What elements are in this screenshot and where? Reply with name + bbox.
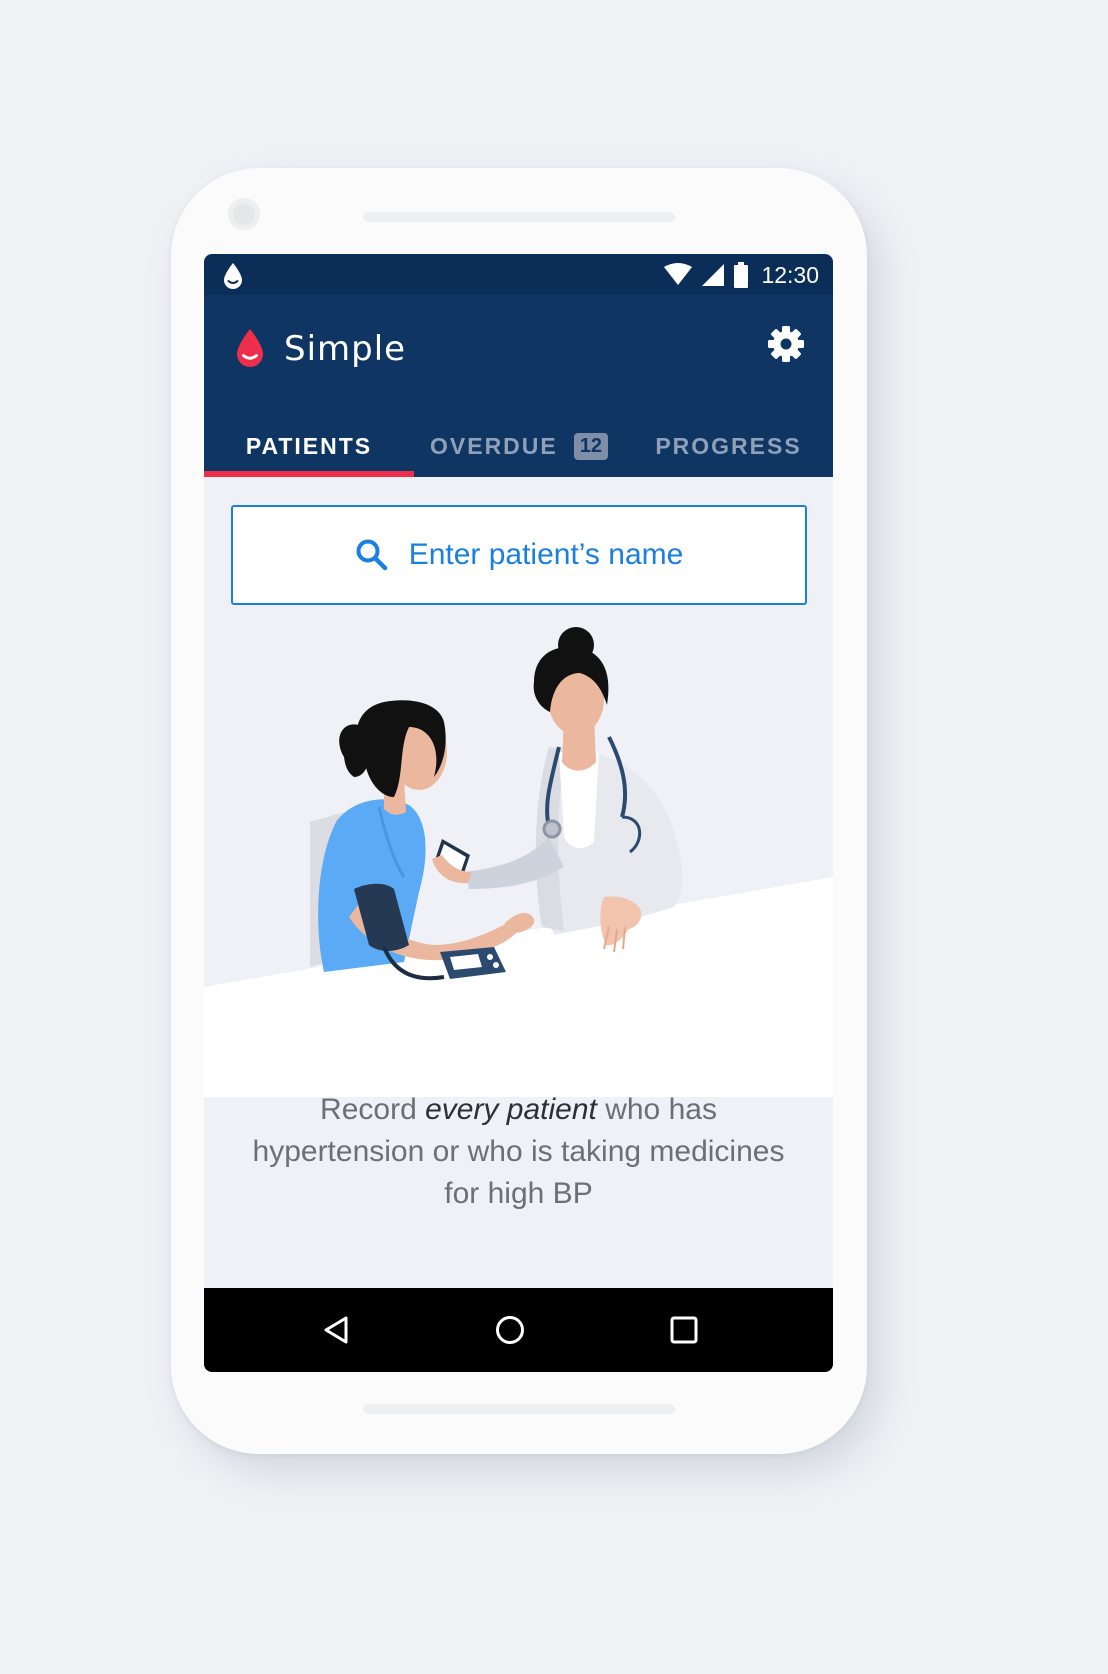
system-nav-bar — [204, 1288, 833, 1372]
status-icons: 12:30 — [663, 260, 819, 290]
tab-progress-label: PROGRESS — [655, 432, 802, 459]
tab-overdue[interactable]: OVERDUE 12 — [414, 415, 624, 477]
cellular-icon — [702, 264, 725, 286]
search-icon — [356, 539, 387, 571]
home-icon[interactable] — [490, 1310, 530, 1350]
front-camera — [228, 198, 260, 230]
tab-patients-label: PATIENTS — [245, 432, 373, 459]
blood-drop-logo-icon — [237, 329, 263, 367]
battery-icon — [734, 262, 749, 288]
recents-icon[interactable] — [664, 1310, 704, 1350]
patients-content: Enter patient’s name Record every patien… — [204, 477, 833, 1288]
patient-doctor-illustration — [204, 627, 833, 1097]
search-placeholder: Enter patient’s name — [408, 538, 684, 571]
caption-emphasis: every patient — [425, 1093, 597, 1126]
app-bar: Simple PATIENTS OVERDUE 12 PROGRESS — [204, 295, 833, 477]
top-speaker — [363, 212, 675, 222]
tab-progress[interactable]: PROGRESS — [624, 415, 833, 477]
status-time: 12:30 — [761, 261, 819, 288]
caption-text-start: Record — [320, 1093, 426, 1126]
overdue-count-badge: 12 — [573, 432, 608, 460]
empty-state-caption: Record every patient who has hypertensio… — [244, 1089, 793, 1215]
gear-icon[interactable] — [767, 325, 805, 363]
bottom-speaker — [363, 1404, 675, 1414]
tab-overdue-label: OVERDUE — [430, 432, 558, 459]
drop-icon — [224, 263, 242, 289]
phone-screen: 12:30 Simple PATIENTS OVERDUE 12 PROGRES… — [204, 254, 833, 1372]
patient-search-input[interactable]: Enter patient’s name — [231, 505, 807, 605]
app-title: Simple — [284, 329, 407, 369]
wifi-icon — [664, 263, 693, 285]
status-bar: 12:30 — [204, 254, 833, 295]
tab-bar: PATIENTS OVERDUE 12 PROGRESS — [204, 415, 833, 477]
back-icon[interactable] — [316, 1310, 356, 1350]
tab-patients[interactable]: PATIENTS — [204, 415, 414, 477]
